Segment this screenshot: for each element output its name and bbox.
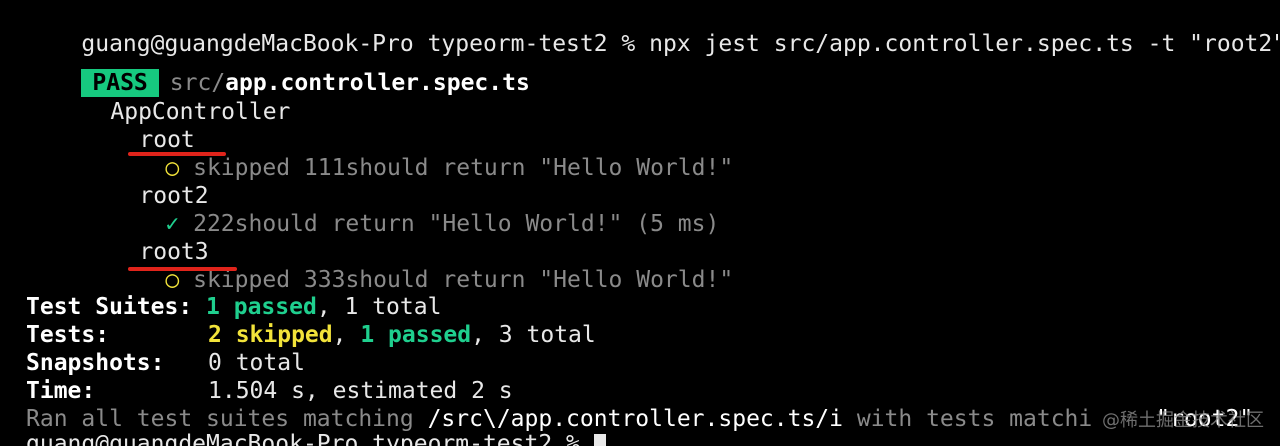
suites-label: Test Suites:	[26, 294, 193, 320]
suite-name: AppController	[55, 70, 290, 125]
snapshots-value: 0 total	[208, 350, 305, 376]
watermark: @稀土掘金技术社区	[1102, 410, 1264, 431]
summary-time: Time: 1.504 s, estimated 2 s	[26, 377, 513, 405]
test-duration: (5 ms)	[636, 211, 720, 237]
group-root2: root2	[84, 154, 208, 209]
tests-total: , 3 total	[471, 322, 596, 348]
time-label: Time:	[26, 378, 96, 404]
test-row-333: ○ skipped 333should return "Hello World!…	[110, 238, 733, 293]
snapshots-label: Snapshots:	[26, 350, 165, 376]
summary-snapshots: Snapshots: 0 total	[26, 349, 305, 377]
test-name: 333should return "Hello World!"	[303, 267, 734, 293]
test-row-222: ✓ 222should return "Hello World!" (5 ms)	[110, 182, 719, 237]
tests-label: Tests:	[26, 322, 110, 348]
test-row-111: ○ skipped 111should return "Hello World!…	[110, 126, 733, 181]
ran-pattern: /src\/app.controller.spec.ts/i	[427, 406, 843, 432]
time-value: 1.504 s, estimated 2 s	[208, 378, 513, 404]
last-prompt-line[interactable]: guang@guangdeMacBook-Pro typeorm-test2 %	[26, 430, 606, 446]
ran-middle: with tests matchi	[843, 406, 1093, 432]
red-underline-annotation	[128, 267, 237, 271]
ran-prefix: Ran all test suites matching	[26, 406, 428, 432]
terminal-window[interactable]: guang@guangdeMacBook-Pro typeorm-test2 %…	[0, 0, 1280, 446]
pass-line: PASS src/app.controller.spec.ts	[26, 41, 530, 97]
summary-suites: Test Suites: 1 passed, 1 total	[26, 293, 441, 321]
suites-total: , 1 total	[316, 294, 442, 320]
last-prompt-text: guang@guangdeMacBook-Pro typeorm-test2 %	[26, 431, 594, 446]
tests-sep: ,	[332, 322, 361, 348]
tests-passed: 1 passed	[360, 322, 472, 348]
test-name: 222should return "Hello World!"	[193, 211, 623, 237]
group-root3: root3	[84, 210, 208, 265]
command-line: guang@guangdeMacBook-Pro typeorm-test2 %…	[26, 2, 1280, 57]
group-root: root	[84, 98, 194, 153]
test-name: 111should return "Hello World!"	[303, 155, 734, 181]
tests-skipped: 2 skipped	[208, 322, 333, 348]
summary-tests: Tests: 2 skipped, 1 passed, 3 total	[26, 321, 596, 349]
ran-line: Ran all test suites matching /src\/app.c…	[26, 405, 1253, 433]
suites-passed: 1 passed	[206, 294, 317, 320]
cursor-block	[593, 433, 606, 446]
